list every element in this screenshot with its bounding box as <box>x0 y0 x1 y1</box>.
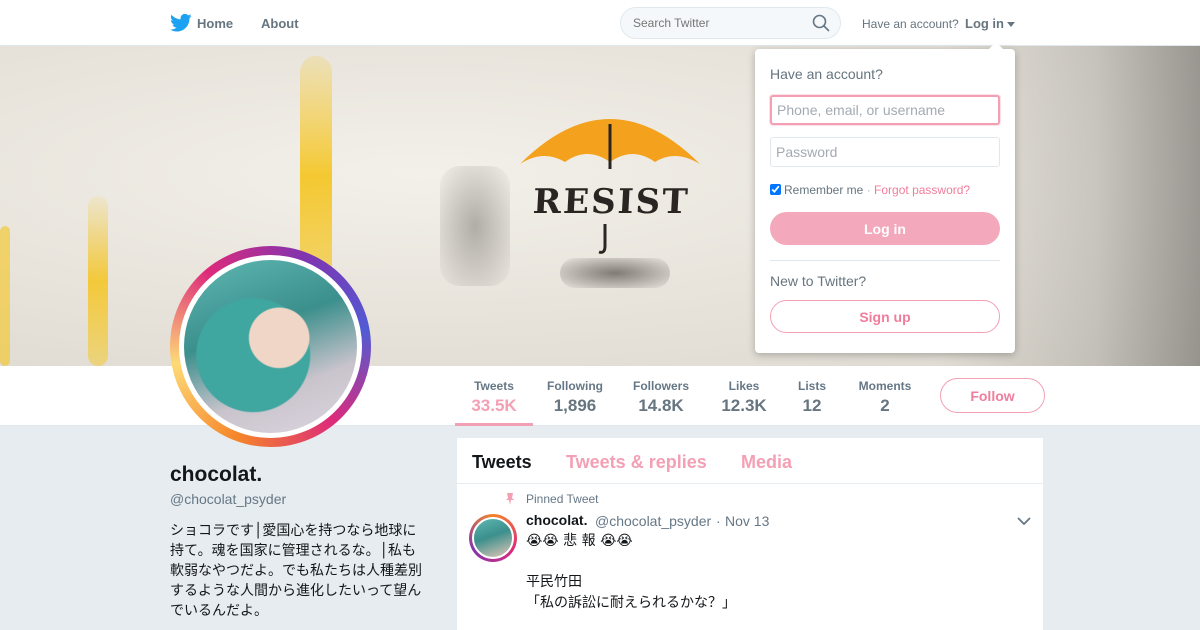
stat-label: Followers <box>632 379 689 393</box>
tweet-author-name[interactable]: chocolat. <box>526 512 587 528</box>
stat-tweets[interactable]: Tweets 33.5K <box>455 366 533 426</box>
tweet-avatar[interactable] <box>469 514 517 562</box>
tweet-text-line: 平民竹田 <box>526 574 582 590</box>
forgot-password-link[interactable]: Forgot password? <box>874 183 970 197</box>
stat-value: 14.8K <box>638 396 684 415</box>
username-input[interactable] <box>770 95 1000 125</box>
tweet-text-line: 😭😭 悲 報 😭😭 <box>526 533 633 549</box>
dropdown-arrow <box>989 42 1003 49</box>
have-account-text: Have an account? <box>862 17 959 31</box>
stat-moments[interactable]: Moments 2 <box>852 366 918 426</box>
divider <box>770 260 1000 261</box>
remember-row: Remember me · Forgot password? <box>770 183 970 197</box>
follow-button[interactable]: Follow <box>940 378 1045 413</box>
stat-label: Moments <box>858 379 912 393</box>
yellow-paint-streak <box>0 226 10 366</box>
shadow-smudge <box>440 166 510 286</box>
banner-stencil-text: RESIST <box>531 182 691 222</box>
login-dropdown-toggle[interactable]: Log in <box>965 16 1015 31</box>
top-nav: Home About Have an account? Log in <box>0 0 1200 46</box>
profile-avatar[interactable] <box>170 246 371 447</box>
separator-dot: · <box>866 183 871 197</box>
caret-down-icon <box>1007 22 1015 28</box>
stat-value: 12.3K <box>721 396 767 415</box>
stat-value: 12 <box>802 396 822 415</box>
stat-label: Likes <box>728 379 760 393</box>
twitter-bird-icon[interactable] <box>170 13 192 33</box>
pin-icon <box>506 493 514 505</box>
tweet-text-line: 「私の訴訟に耐えられるかな？」 <box>526 595 736 611</box>
avatar-border <box>179 255 362 438</box>
umbrella-icon <box>520 119 700 169</box>
login-toggle-label: Log in <box>965 16 1004 31</box>
profile-handle[interactable]: @chocolat_psyder <box>170 491 286 507</box>
drip-shadow <box>560 258 670 288</box>
password-input[interactable] <box>770 137 1000 167</box>
search-icon[interactable] <box>812 14 830 32</box>
stat-value: 33.5K <box>471 396 517 415</box>
tab-tweets-and-replies[interactable]: Tweets & replies <box>566 452 707 473</box>
chevron-down-icon[interactable] <box>1017 516 1031 526</box>
umbrella-handle-icon <box>598 224 607 254</box>
stat-value: 1,896 <box>553 396 597 415</box>
timeline-tabs: Tweets Tweets & replies Media <box>457 438 1043 484</box>
tweet-avatar-photo <box>472 517 514 559</box>
nav-home-link[interactable]: Home <box>197 16 233 31</box>
profile-name[interactable]: chocolat. <box>170 463 262 487</box>
stat-label: Following <box>547 379 603 393</box>
stat-label: Tweets <box>474 379 514 393</box>
timeline: Tweets Tweets & replies Media Pinned Twe… <box>456 437 1044 630</box>
pinned-tweet-label: Pinned Tweet <box>526 492 599 506</box>
stat-followers[interactable]: Followers 14.8K <box>626 366 696 426</box>
profile-bio: ショコラです│愛国心を持つなら地球に持て。魂を国家に管理されるな。│私も軟弱なや… <box>170 523 422 619</box>
login-button[interactable]: Log in <box>770 212 1000 245</box>
avatar-photo <box>184 260 357 433</box>
remember-me-checkbox[interactable] <box>770 184 781 195</box>
nav-about-link[interactable]: About <box>261 16 299 31</box>
new-to-twitter-heading: New to Twitter? <box>770 273 867 289</box>
stat-lists[interactable]: Lists 12 <box>790 366 834 426</box>
tweet-date[interactable]: Nov 13 <box>725 513 769 529</box>
login-dropdown: Have an account? Remember me · Forgot pa… <box>755 42 1015 353</box>
stat-likes[interactable]: Likes 12.3K <box>714 366 774 426</box>
stat-label: Lists <box>797 379 826 393</box>
tab-media[interactable]: Media <box>741 452 792 473</box>
stat-following[interactable]: Following 1,896 <box>540 366 610 426</box>
yellow-paint-streak <box>88 196 108 366</box>
tab-tweets[interactable]: Tweets <box>472 452 532 473</box>
signup-button[interactable]: Sign up <box>770 300 1000 333</box>
search-input[interactable] <box>620 7 841 39</box>
remember-me-label[interactable]: Remember me <box>784 183 863 197</box>
tweet-separator: · <box>716 513 721 529</box>
login-heading: Have an account? <box>770 66 883 82</box>
stat-value: 2 <box>880 396 890 415</box>
tweet-author-handle[interactable]: @chocolat_psyder <box>595 513 711 529</box>
